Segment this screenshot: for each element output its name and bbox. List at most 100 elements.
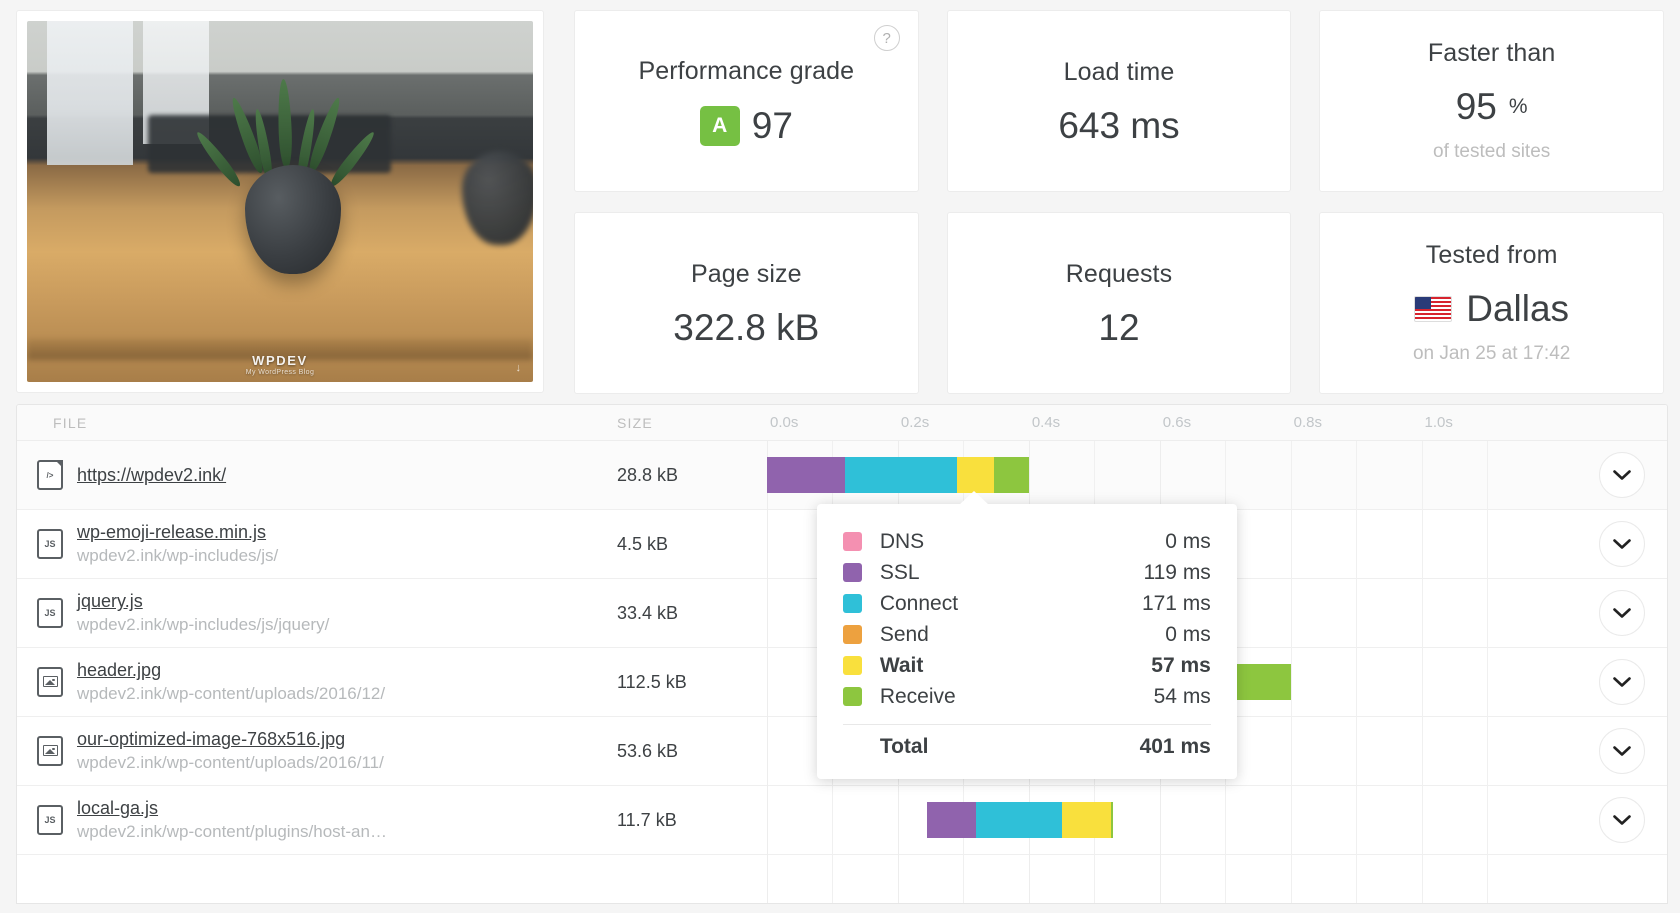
image-file-icon	[37, 735, 63, 766]
chevron-down-icon	[1613, 745, 1631, 756]
tooltip-phase-value: 57 ms	[1151, 653, 1211, 677]
file-path: wpdev2.ink/wp-includes/js/jquery/	[77, 615, 330, 635]
card-page-size: Page size 322.8 kB	[574, 212, 919, 394]
expand-row-button[interactable]	[1599, 728, 1645, 774]
expand-cell	[1577, 452, 1667, 498]
table-row[interactable]: JS local-ga.js wpdev2.ink/wp-content/plugi…	[17, 786, 1667, 855]
card-value: 322.8 kB	[673, 307, 820, 348]
file-link[interactable]: wp-emoji-release.min.js	[77, 522, 278, 543]
image-file-icon	[37, 666, 63, 697]
expand-cell	[1577, 659, 1667, 705]
file-cell: JS jquery.js wpdev2.ink/wp-includes/js/jqu…	[17, 591, 617, 634]
axis-tick-label: 0.8s	[1293, 414, 1322, 431]
card-value: A 97	[699, 105, 793, 146]
tooltip-total-value: 401 ms	[1139, 735, 1211, 758]
file-link[interactable]: https://wpdev2.ink/	[77, 465, 226, 486]
file-size: 28.8 kB	[617, 464, 679, 485]
bar-segment-wait[interactable]	[956, 457, 995, 493]
watermark-title: WPDEV	[252, 353, 308, 368]
axis-tickmark	[1225, 404, 1226, 405]
site-screenshot[interactable]: WPDEV My WordPress Blog ↓	[27, 21, 533, 382]
expand-row-button[interactable]	[1599, 521, 1645, 567]
expand-row-button[interactable]	[1599, 452, 1645, 498]
site-thumbnail-card[interactable]: WPDEV My WordPress Blog ↓	[16, 10, 544, 393]
column-header-file: FILE	[53, 415, 88, 431]
card-value: 12	[1098, 307, 1140, 348]
tooltip-phase-value: 119 ms	[1143, 560, 1211, 584]
summary-area: WPDEV My WordPress Blog ↓ ? Performance …	[0, 0, 1680, 404]
legend-swatch-wait	[842, 656, 862, 675]
expand-cell	[1577, 728, 1667, 774]
scroll-down-icon: ↓	[515, 362, 522, 374]
waterfall-bar[interactable]	[927, 802, 1114, 838]
chevron-down-icon	[1613, 676, 1631, 687]
axis-tickmark	[1356, 404, 1357, 405]
tested-city: Dallas	[1466, 288, 1570, 329]
waterfall-bar[interactable]	[767, 457, 1030, 493]
background-pot	[462, 150, 533, 245]
window-light-left	[47, 21, 134, 166]
file-link[interactable]: header.jpg	[77, 660, 385, 681]
tooltip-phase-label: Connect	[879, 591, 959, 615]
axis-tickmark	[1029, 404, 1030, 405]
card-label: Page size	[690, 260, 802, 288]
legend-swatch-receive	[842, 687, 862, 706]
table-header: FILE SIZE 0.0s 0.2s 0.4s 0.6s 0.8s 1.0s	[17, 405, 1667, 441]
bar-segment-connect[interactable]	[844, 457, 957, 493]
card-label: Faster than	[1427, 39, 1556, 67]
question-mark-icon[interactable]: ?	[873, 25, 900, 51]
tooltip-phase-label: Wait	[879, 653, 924, 677]
bar-segment-receive[interactable]	[1110, 802, 1114, 838]
file-name-block: local-ga.js wpdev2.ink/wp-content/plugins…	[77, 798, 387, 841]
tooltip-row: DNS 0 ms	[842, 526, 1211, 557]
bar-segment-ssl[interactable]	[767, 457, 845, 493]
card-value: 95 %	[1456, 88, 1528, 125]
expand-cell	[1577, 521, 1667, 567]
tooltip-row: Receive 54 ms	[842, 681, 1211, 712]
legend-swatch-ssl	[842, 563, 862, 582]
html-file-icon: />	[37, 460, 63, 490]
axis-tickmark	[1160, 404, 1161, 405]
expand-row-button[interactable]	[1599, 659, 1645, 705]
tooltip-phase-value: 0 ms	[1165, 622, 1211, 646]
axis-tickmark	[1291, 404, 1292, 405]
card-value: Dallas	[1414, 290, 1569, 327]
expand-row-button[interactable]	[1599, 797, 1645, 843]
file-link[interactable]: local-ga.js	[77, 798, 387, 819]
tooltip-row: SSL 119 ms	[842, 557, 1211, 588]
chevron-down-icon	[1613, 607, 1631, 618]
bar-segment-receive[interactable]	[994, 457, 1030, 493]
bar-segment-connect[interactable]	[976, 802, 1062, 838]
file-name-block: jquery.js wpdev2.ink/wp-includes/js/jquer…	[77, 591, 329, 634]
watermark-subtitle: My WordPress Blog	[245, 369, 315, 376]
file-path: wpdev2.ink/wp-content/plugins/host-an…	[77, 822, 387, 842]
grade-badge: A	[699, 105, 740, 146]
js-file-icon: JS	[37, 528, 63, 559]
file-cell: JS wp-emoji-release.min.js wpdev2.ink/wp-i…	[17, 522, 617, 565]
file-path: wpdev2.ink/wp-content/uploads/2016/11/	[77, 753, 384, 773]
column-header-size: SIZE	[617, 415, 653, 431]
tooltip-row: Connect 171 ms	[842, 588, 1211, 619]
waterfall-table: FILE SIZE 0.0s 0.2s 0.4s 0.6s 0.8s 1.0s /> htt…	[16, 404, 1668, 904]
file-link[interactable]: jquery.js	[77, 591, 329, 612]
tooltip-phase-label: DNS	[879, 529, 925, 553]
us-flag-icon	[1414, 295, 1453, 322]
plant-pot	[244, 165, 341, 274]
file-name-block: our-optimized-image-768x516.jpg wpdev2.in…	[77, 729, 384, 772]
bar-segment-wait[interactable]	[1061, 802, 1111, 838]
file-size: 33.4 kB	[617, 602, 679, 623]
tooltip-phase-value: 54 ms	[1153, 684, 1211, 708]
card-requests: Requests 12	[946, 212, 1292, 394]
axis-tickmark	[1094, 404, 1095, 405]
tooltip-phase-value: 0 ms	[1165, 529, 1211, 553]
table-row[interactable]: /> https://wpdev2.ink/28.8 kB	[17, 441, 1667, 510]
bar-segment-ssl[interactable]	[927, 802, 977, 838]
expand-row-button[interactable]	[1599, 590, 1645, 636]
chevron-down-icon	[1613, 538, 1631, 549]
file-cell: our-optimized-image-768x516.jpg wpdev2.in…	[17, 729, 617, 772]
tooltip-row: Send 0 ms	[842, 619, 1211, 650]
file-link[interactable]: our-optimized-image-768x516.jpg	[77, 729, 384, 750]
tooltip-total-label: Total	[879, 735, 929, 758]
legend-swatch-send	[842, 625, 862, 644]
expand-cell	[1577, 797, 1667, 843]
